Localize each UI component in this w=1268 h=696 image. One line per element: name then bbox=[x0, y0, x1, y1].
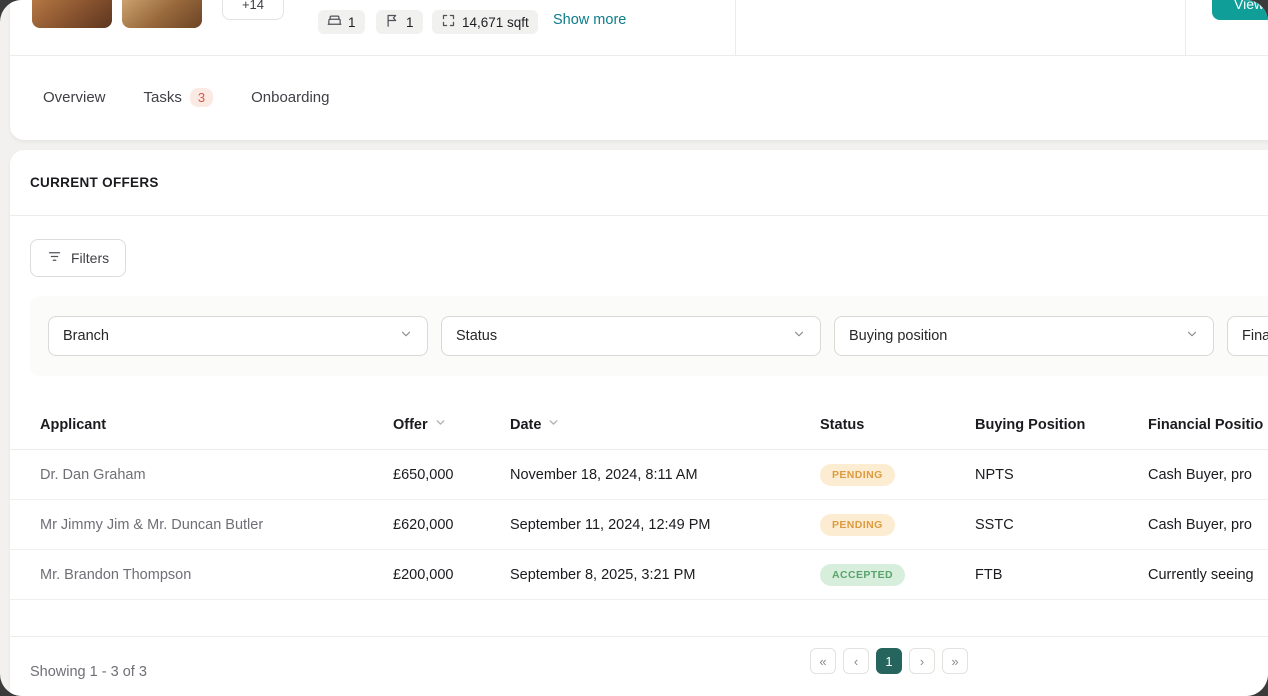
financial-position-cell: Currently seeing bbox=[1148, 567, 1268, 583]
chevron-down-icon bbox=[399, 327, 413, 345]
column-header-offer[interactable]: Offer bbox=[393, 416, 510, 433]
table-row[interactable]: Mr. Brandon Thompson £200,000 September … bbox=[10, 550, 1268, 600]
bedrooms-value: 1 bbox=[348, 15, 356, 30]
bedrooms-stat: 1 bbox=[318, 10, 365, 34]
tab-overview-label: Overview bbox=[43, 89, 106, 106]
divider bbox=[1185, 0, 1186, 56]
tab-bar: Overview Tasks 3 Onboarding bbox=[10, 56, 1268, 139]
more-photos-button[interactable]: +14 bbox=[222, 0, 284, 20]
property-header-card: +14 1 1 14,671 sqft Show more bbox=[10, 0, 1268, 140]
filters-button-label: Filters bbox=[71, 250, 109, 266]
financial-position-filter-label: Fina bbox=[1242, 328, 1268, 344]
area-stat: 14,671 sqft bbox=[432, 10, 538, 34]
bed-icon bbox=[327, 13, 342, 31]
filters-button[interactable]: Filters bbox=[30, 239, 126, 277]
offer-cell: £200,000 bbox=[393, 567, 510, 583]
buying-position-filter-dropdown[interactable]: Buying position bbox=[834, 316, 1214, 356]
column-header-applicant: Applicant bbox=[40, 417, 393, 433]
tasks-count-badge: 3 bbox=[190, 88, 213, 107]
column-header-date[interactable]: Date bbox=[510, 416, 820, 433]
show-more-link[interactable]: Show more bbox=[553, 12, 626, 28]
table-header-row: Applicant Offer Date Status Buying Posit… bbox=[10, 400, 1268, 450]
branch-filter-dropdown[interactable]: Branch bbox=[48, 316, 428, 356]
tab-tasks[interactable]: Tasks 3 bbox=[144, 88, 214, 107]
status-filter-label: Status bbox=[456, 328, 497, 344]
offer-cell: £650,000 bbox=[393, 467, 510, 483]
buying-position-filter-label: Buying position bbox=[849, 328, 947, 344]
status-cell: PENDING bbox=[820, 514, 975, 536]
table-row[interactable]: Dr. Dan Graham £650,000 November 18, 202… bbox=[10, 450, 1268, 500]
financial-position-filter-dropdown[interactable]: Fina bbox=[1227, 316, 1268, 356]
tab-overview[interactable]: Overview bbox=[43, 89, 106, 106]
view-button[interactable]: View bbox=[1212, 0, 1268, 20]
tab-onboarding[interactable]: Onboarding bbox=[251, 89, 329, 106]
financial-position-cell: Cash Buyer, pro bbox=[1148, 467, 1268, 483]
status-filter-dropdown[interactable]: Status bbox=[441, 316, 821, 356]
status-cell: PENDING bbox=[820, 464, 975, 486]
divider bbox=[735, 0, 736, 56]
date-cell: September 8, 2025, 3:21 PM bbox=[510, 567, 820, 583]
buying-position-cell: FTB bbox=[975, 567, 1148, 583]
tab-onboarding-label: Onboarding bbox=[251, 89, 329, 106]
area-value: 14,671 sqft bbox=[462, 15, 529, 30]
date-cell: November 18, 2024, 8:11 AM bbox=[510, 467, 820, 483]
buying-position-cell: SSTC bbox=[975, 517, 1148, 533]
expand-icon bbox=[441, 13, 456, 31]
tab-tasks-label: Tasks bbox=[144, 89, 182, 106]
flag-icon bbox=[385, 13, 400, 31]
sort-chevron-icon[interactable] bbox=[547, 416, 560, 433]
pagination-prev-button[interactable]: ‹ bbox=[843, 648, 869, 674]
applicant-cell: Dr. Dan Graham bbox=[40, 467, 393, 483]
status-badge: ACCEPTED bbox=[820, 564, 905, 586]
financial-position-cell: Cash Buyer, pro bbox=[1148, 517, 1268, 533]
pagination: « ‹ 1 › » bbox=[810, 648, 968, 674]
offers-header: CURRENT OFFERS bbox=[10, 150, 1268, 216]
column-header-status: Status bbox=[820, 417, 975, 433]
app-screen: +14 1 1 14,671 sqft Show more bbox=[0, 0, 1268, 696]
section-title: CURRENT OFFERS bbox=[30, 175, 159, 190]
buying-position-cell: NPTS bbox=[975, 467, 1148, 483]
current-offers-card: CURRENT OFFERS Filters Branch Status bbox=[10, 150, 1268, 696]
offer-cell: £620,000 bbox=[393, 517, 510, 533]
pagination-first-button[interactable]: « bbox=[810, 648, 836, 674]
applicant-cell: Mr Jimmy Jim & Mr. Duncan Butler bbox=[40, 517, 393, 533]
showing-results-text: Showing 1 - 3 of 3 bbox=[30, 664, 147, 680]
column-header-financial-position: Financial Positio bbox=[1148, 417, 1268, 433]
flag-value: 1 bbox=[406, 15, 414, 30]
flag-stat: 1 bbox=[376, 10, 423, 34]
property-photo[interactable] bbox=[122, 0, 202, 28]
status-badge: PENDING bbox=[820, 464, 895, 486]
filter-lines-icon bbox=[47, 249, 62, 267]
status-badge: PENDING bbox=[820, 514, 895, 536]
chevron-down-icon bbox=[1185, 327, 1199, 345]
property-photo[interactable] bbox=[32, 0, 112, 28]
sort-chevron-icon[interactable] bbox=[434, 416, 447, 433]
filter-panel: Branch Status Buying position Fina bbox=[30, 296, 1268, 376]
pagination-last-button[interactable]: » bbox=[942, 648, 968, 674]
table-row[interactable]: Mr Jimmy Jim & Mr. Duncan Butler £620,00… bbox=[10, 500, 1268, 550]
pagination-next-button[interactable]: › bbox=[909, 648, 935, 674]
column-header-buying-position: Buying Position bbox=[975, 417, 1148, 433]
date-cell: September 11, 2024, 12:49 PM bbox=[510, 517, 820, 533]
property-summary-row: +14 1 1 14,671 sqft Show more bbox=[10, 0, 1268, 56]
applicant-cell: Mr. Brandon Thompson bbox=[40, 567, 393, 583]
table-footer: Showing 1 - 3 of 3 « ‹ 1 › » bbox=[10, 636, 1268, 696]
pagination-page-1-button[interactable]: 1 bbox=[876, 648, 902, 674]
chevron-down-icon bbox=[792, 327, 806, 345]
status-cell: ACCEPTED bbox=[820, 564, 975, 586]
branch-filter-label: Branch bbox=[63, 328, 109, 344]
